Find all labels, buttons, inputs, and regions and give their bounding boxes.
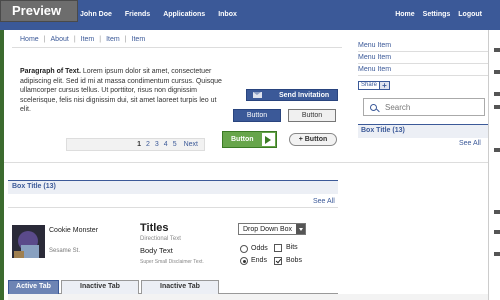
sidebar-menu-item[interactable]: Menu Item [358,64,488,76]
paragraph-block: Paragraph of Text. Lorem ipsum dolor sit… [20,67,225,115]
paragraph-heading: Paragraph of Text. [20,68,81,75]
nav-applications-link[interactable]: Applications [163,11,205,18]
radio-ends-label: Ends [251,257,267,264]
profile-name[interactable]: Cookie Monster [49,226,99,235]
checkbox-bobs-label: Bobs [286,257,302,264]
tab-active[interactable]: Active Tab [8,280,59,294]
chevron-down-icon [296,224,305,234]
sidebar-box-title: Box Title (13) [358,124,488,138]
send-invitation-label: Send Invitation [279,91,330,99]
directional-text: Directional Text [140,236,181,242]
page-3[interactable]: 3 [155,141,159,148]
body-text: Body Text [140,246,173,255]
breadcrumb-separator: | [73,36,76,43]
tab-bar: Active Tab Inactive Tab Inactive Tab [8,280,338,294]
plus-icon: + [380,81,390,90]
secondary-button[interactable]: Button [288,109,336,122]
nav-inbox-link[interactable]: Inbox [218,11,237,18]
search-placeholder: Search [385,102,411,112]
nav-profile-link[interactable]: John Doe [80,11,112,18]
breadcrumb: Home | About | Item | Item | Item [20,36,145,43]
sidebar-menu: Menu Item Menu Item Menu Item [358,40,488,76]
page-5[interactable]: 5 [173,141,177,148]
breadcrumb-item[interactable]: Item [81,36,95,43]
checkbox-bits-label: Bits [286,244,298,251]
breadcrumb-item[interactable]: Item [106,36,120,43]
section-divider [4,162,488,163]
search-icon [370,103,377,111]
divider [12,47,342,48]
radio-odds-label: Odds [251,245,268,252]
search-input[interactable]: Search [363,98,485,116]
breadcrumb-item[interactable]: Item [132,36,146,43]
add-button[interactable]: + Button [289,133,337,146]
breadcrumb-separator: | [124,36,127,43]
page-2[interactable]: 2 [146,141,150,148]
breadcrumb-separator: | [43,36,46,43]
green-action-button[interactable]: Button [222,131,277,148]
share-button[interactable]: Share + [358,81,390,90]
tab-inactive[interactable]: Inactive Tab [141,280,219,294]
nav-home-link[interactable]: Home [395,11,414,18]
send-invitation-button[interactable]: Send Invitation [246,89,338,101]
envelope-icon [253,92,262,98]
divider [8,207,338,208]
green-button-label: Button [231,136,254,143]
sidebar-menu-item[interactable]: Menu Item [358,40,488,52]
checkbox-bobs[interactable] [274,257,282,265]
checkbox-bits[interactable] [274,244,282,252]
left-edge-strip [0,30,4,300]
breadcrumb-separator: | [99,36,102,43]
pagination: 1 2 3 4 5 Next [66,138,205,151]
main-see-all-link[interactable]: See All [313,198,335,205]
sidebar-see-all-link[interactable]: See All [459,140,481,147]
share-label: Share [358,81,380,90]
avatar[interactable] [12,225,45,258]
breadcrumb-home[interactable]: Home [20,36,39,43]
profile-subtitle: Sesame St. [49,248,81,254]
disclaimer-text: Super Small Disclaimer Text. [140,259,204,265]
arrow-right-icon [261,133,275,146]
tab-content-area [8,294,488,300]
nav-logout-link[interactable]: Logout [458,11,482,18]
nav-settings-link[interactable]: Settings [423,11,451,18]
page-4[interactable]: 4 [164,141,168,148]
main-box-title: Box Title (13) [8,180,338,194]
titles-heading: Titles [140,222,169,234]
radio-ends[interactable] [240,257,248,265]
right-edge-fragment [488,30,500,300]
page-1[interactable]: 1 [137,141,141,148]
radio-odds[interactable] [240,245,248,253]
breadcrumb-about[interactable]: About [51,36,69,43]
dropdown-value: Drop Down Box [243,225,293,233]
nav-friends-link[interactable]: Friends [125,11,150,18]
dropdown-select[interactable]: Drop Down Box [238,223,306,235]
tab-inactive[interactable]: Inactive Tab [61,280,139,294]
primary-button[interactable]: Button [233,109,281,122]
sidebar-menu-item[interactable]: Menu Item [358,52,488,64]
topnav-left: John Doe Friends Applications Inbox [80,11,250,18]
topnav-right: Home Settings Logout [387,11,482,18]
preview-badge: Preview [0,0,78,22]
next-page-link[interactable]: Next [184,141,198,148]
